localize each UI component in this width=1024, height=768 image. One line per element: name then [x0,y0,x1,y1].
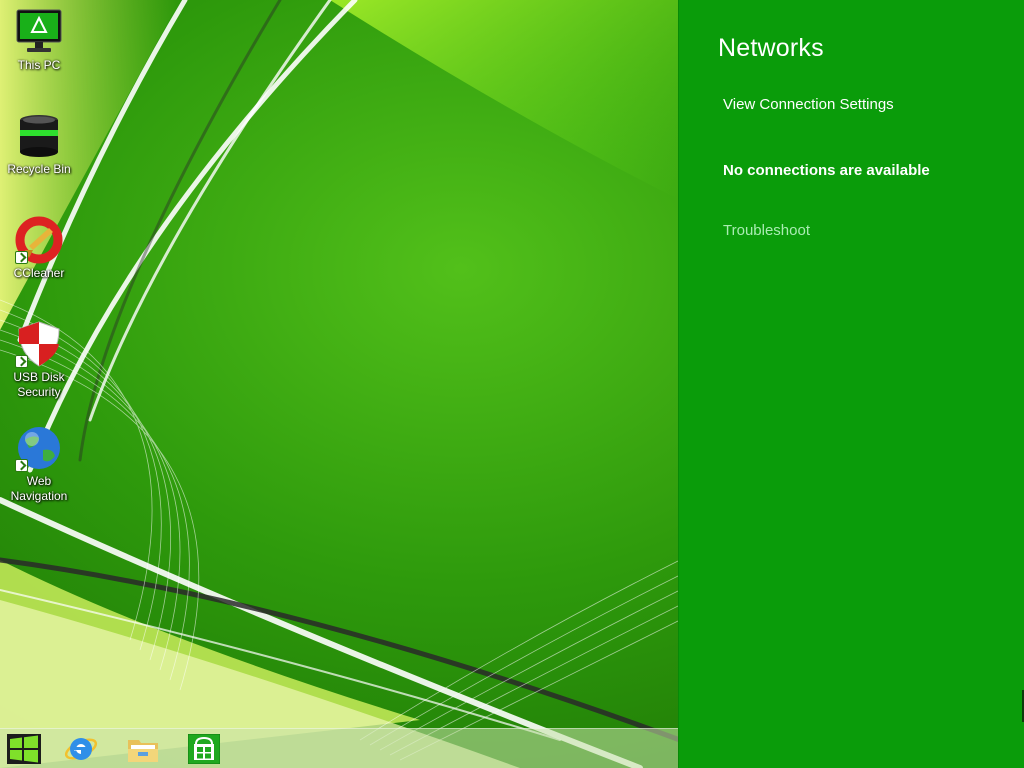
windows-start-icon [7,734,41,764]
desktop-icon-label: Recycle Bin [7,162,71,176]
shield-icon [15,320,63,368]
start-button[interactable] [2,731,46,767]
store-icon [188,734,220,764]
panel-title: Networks [718,34,824,62]
view-connection-settings-link[interactable]: View Connection Settings [723,96,894,113]
shortcut-arrow-icon [15,459,28,472]
desktop-icon-recycle-bin[interactable]: Recycle Bin [2,112,76,177]
file-explorer-icon [128,740,158,762]
desktop-icon-web-navigation[interactable]: Web Navigation [2,424,76,504]
desktop-icon-usb-disk-security[interactable]: USB Disk Security [2,320,76,400]
ccleaner-icon [15,216,63,264]
desktop-icon-this-pc[interactable]: This PC [2,8,76,73]
file-explorer-button[interactable] [121,731,165,767]
desktop-icon-label: This PC [17,58,61,72]
networks-panel: Networks View Connection Settings No con… [678,0,1024,768]
desktop-icon-label: Web Navigation [10,474,68,503]
desktop-icon-ccleaner[interactable]: CCleaner [2,216,76,281]
internet-explorer-button[interactable] [59,731,103,767]
globe-icon [15,424,63,472]
desktop-screen: This PC Recycle Bin CCleaner USB Disk Se… [0,0,1024,768]
taskbar [0,728,678,768]
recycle-bin-icon [15,112,63,160]
desktop-icon-label: USB Disk Security [13,370,65,399]
shortcut-arrow-icon [15,251,28,264]
internet-explorer-icon [64,738,98,760]
desktop-icon-label: CCleaner [13,266,65,280]
troubleshoot-link[interactable]: Troubleshoot [723,222,810,239]
monitor-icon [15,8,63,56]
connection-status-text: No connections are available [723,162,930,179]
shortcut-arrow-icon [15,355,28,368]
store-button[interactable] [182,731,226,767]
